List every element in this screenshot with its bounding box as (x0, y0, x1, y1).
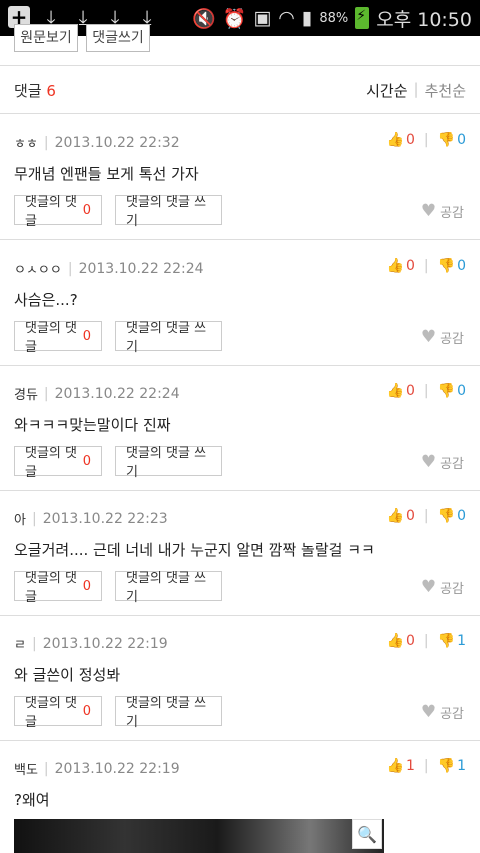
wifi-icon: ◠ (278, 7, 295, 29)
comment-author: 백도 (14, 763, 38, 778)
upvote-button[interactable]: 👍 0 (387, 508, 415, 524)
view-original-button[interactable]: 원문보기 (14, 24, 78, 52)
sort-options: 시간순 | 추천순 (366, 80, 466, 101)
downvote-button[interactable]: 👎 1 (438, 758, 466, 774)
comment-text: 무개념 엔팬들 보게 톡선 가자 (14, 165, 199, 183)
mute-icon: 🔇 (191, 7, 216, 30)
clock: 오후 10:50 (376, 8, 472, 31)
comment-item: ㄹ | 2013.10.22 22:19 👍 0 | 👎 1 와 글쓴이 정성봐 댓글의… (0, 616, 480, 741)
comment-author: 아 (14, 513, 26, 528)
comment-author: ㅇㅅㅇㅇ (14, 263, 62, 278)
comments-header: 댓글 6 시간순 | 추천순 (0, 66, 480, 114)
heart-icon: ♥ (420, 577, 437, 597)
comment-text: ?왜여 (14, 791, 50, 809)
zoom-icon[interactable]: 🔍 (352, 819, 382, 849)
reply-count-button[interactable]: 댓글의 댓글 0 (14, 696, 102, 730)
comment-text: 사슴은...? (14, 291, 78, 309)
write-comment-button[interactable]: 댓글쓰기 (86, 24, 150, 52)
comment-author: ㅎㅎ (14, 137, 38, 152)
comment-item: 경듀 | 2013.10.22 22:24 👍 0 | 👎 0 와ㅋㅋㅋ맞는말이다 진짜… (0, 366, 480, 491)
downvote-button[interactable]: 👎 0 (438, 132, 466, 148)
thumbs-down-icon: 👎 (437, 132, 456, 148)
upvote-button[interactable]: 👍 0 (387, 383, 415, 399)
reply-count-button[interactable]: 댓글의 댓글 0 (14, 446, 102, 480)
thumbs-down-icon: 👎 (437, 383, 456, 399)
heart-icon: ♥ (420, 201, 437, 221)
top-button-row: 원문보기 댓글쓰기 (0, 24, 480, 66)
like-button[interactable]: ♥ 공감 (421, 577, 464, 597)
write-reply-button[interactable]: 댓글의 댓글 쓰기 (115, 446, 222, 480)
thumbs-down-icon: 👎 (437, 633, 456, 649)
upvote-button[interactable]: 👍 0 (387, 258, 415, 274)
comment-date: 2013.10.22 22:24 (78, 260, 204, 277)
comment-item: ㅎㅎ | 2013.10.22 22:32 👍 0 | 👎 0 무개념 엔팬들 보게 톡… (0, 115, 480, 240)
upvote-button[interactable]: 👍 0 (387, 633, 415, 649)
heart-icon: ♥ (420, 327, 437, 347)
sort-separator: | (413, 80, 419, 98)
battery-icon (355, 7, 370, 29)
comment-date: 2013.10.22 22:19 (42, 635, 168, 652)
like-button[interactable]: ♥ 공감 (421, 702, 464, 722)
thumbs-down-icon: 👎 (437, 258, 456, 274)
comment-date: 2013.10.22 22:23 (42, 510, 168, 527)
comments-title: 댓글 6 (14, 82, 56, 100)
like-button[interactable]: ♥ 공감 (421, 201, 464, 221)
sort-by-time[interactable]: 시간순 (366, 80, 407, 101)
write-reply-button[interactable]: 댓글의 댓글 쓰기 (115, 571, 222, 605)
alarm-icon: ⏰ (222, 7, 247, 30)
reply-count-button[interactable]: 댓글의 댓글 0 (14, 571, 102, 605)
comment-date: 2013.10.22 22:19 (54, 760, 180, 777)
thumbs-up-icon: 👍 (386, 132, 404, 148)
write-reply-button[interactable]: 댓글의 댓글 쓰기 (115, 321, 222, 355)
reply-count-button[interactable]: 댓글의 댓글 0 (14, 321, 102, 355)
upvote-button[interactable]: 👍 1 (387, 758, 415, 774)
downvote-button[interactable]: 👎 1 (438, 633, 466, 649)
thumbs-up-icon: 👍 (386, 758, 404, 774)
signal-icon: ▮ (301, 7, 313, 29)
thumbs-up-icon: 👍 (386, 383, 404, 399)
sort-by-recommend[interactable]: 추천순 (425, 80, 466, 101)
thumbs-up-icon: 👍 (386, 508, 404, 524)
upvote-button[interactable]: 👍 0 (387, 132, 415, 148)
comment-image[interactable] (14, 819, 384, 853)
comment-author: ㄹ (14, 638, 26, 653)
heart-icon: ♥ (420, 702, 437, 722)
thumbs-down-icon: 👎 (437, 508, 456, 524)
downvote-button[interactable]: 👎 0 (438, 508, 466, 524)
downvote-button[interactable]: 👎 0 (438, 383, 466, 399)
thumbs-up-icon: 👍 (386, 258, 404, 274)
battery-percent: 88% (319, 10, 349, 26)
screenshot-icon: ▣ (253, 7, 272, 29)
comment-item: 아 | 2013.10.22 22:23 👍 0 | 👎 0 오글거려.... 근데 너… (0, 491, 480, 616)
comment-text: 오글거려.... 근데 너네 내가 누군지 알면 깜짝 놀랄걸 ㅋㅋ (14, 541, 375, 559)
thumbs-down-icon: 👎 (437, 758, 456, 774)
like-button[interactable]: ♥ 공감 (421, 452, 464, 472)
comment-author: 경듀 (14, 388, 38, 403)
comment-text: 와ㅋㅋㅋ맞는말이다 진짜 (14, 416, 171, 434)
reply-count-button[interactable]: 댓글의 댓글 0 (14, 195, 102, 229)
comment-item: ㅇㅅㅇㅇ | 2013.10.22 22:24 👍 0 | 👎 0 사슴은...? 댓글… (0, 241, 480, 366)
comment-date: 2013.10.22 22:32 (54, 134, 180, 151)
downvote-button[interactable]: 👎 0 (438, 258, 466, 274)
thumbs-up-icon: 👍 (386, 633, 404, 649)
comment-count: 6 (46, 82, 56, 100)
heart-icon: ♥ (420, 452, 437, 472)
write-reply-button[interactable]: 댓글의 댓글 쓰기 (115, 195, 222, 229)
write-reply-button[interactable]: 댓글의 댓글 쓰기 (115, 696, 222, 730)
comment-text: 와 글쓴이 정성봐 (14, 666, 121, 684)
like-button[interactable]: ♥ 공감 (421, 327, 464, 347)
comment-date: 2013.10.22 22:24 (54, 385, 180, 402)
